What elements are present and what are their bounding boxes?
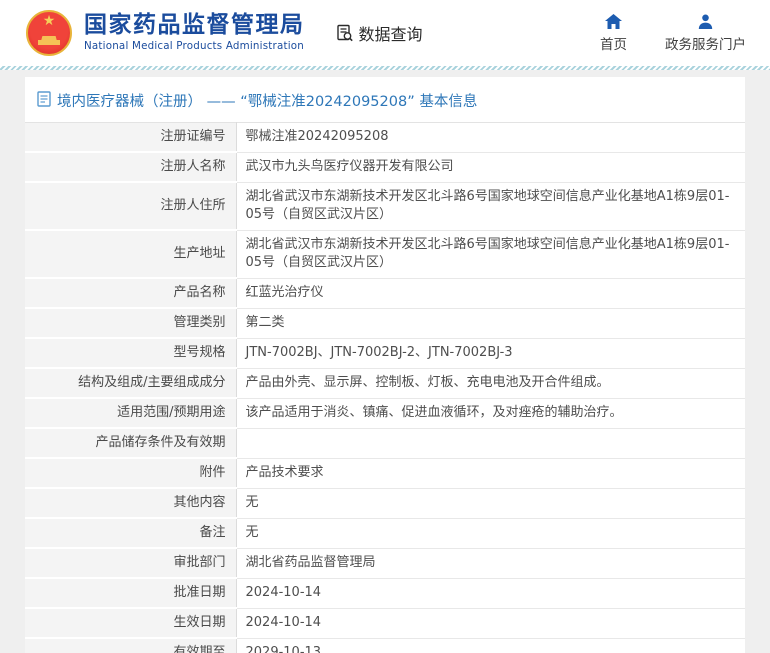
table-row: 其他内容 无 [25, 488, 745, 519]
table-row: 生产地址 湖北省武汉市东湖新技术开发区北斗路6号国家地球空间信息产业化基地A1栋… [25, 230, 745, 279]
field-label: 适用范围/预期用途 [25, 398, 236, 429]
home-icon [605, 13, 622, 29]
field-value: 第二类 [235, 308, 745, 339]
table-row: 备注 无 [25, 518, 745, 549]
table-row: 产品储存条件及有效期 [25, 428, 745, 459]
table-row: 结构及组成/主要组成成分 产品由外壳、显示屏、控制板、灯板、充电电池及开合件组成… [25, 368, 745, 399]
breadcrumb[interactable]: 境内医疗器械（注册） —— “鄂械注准20242095208” 基本信息 [25, 77, 745, 122]
table-row: 注册人住所 湖北省武汉市东湖新技术开发区北斗路6号国家地球空间信息产业化基地A1… [25, 182, 745, 231]
field-value: 2024-10-14 [235, 608, 745, 639]
field-label: 审批部门 [25, 548, 236, 579]
field-value: 该产品适用于消炎、镇痛、促进血液循环，及对痤疮的辅助治疗。 [235, 398, 745, 429]
field-label: 注册证编号 [25, 122, 236, 153]
site-header: ★ 国家药品监督管理局 National Medical Products Ad… [0, 0, 770, 66]
table-row: 审批部门 湖北省药品监督管理局 [25, 548, 745, 579]
table-row: 适用范围/预期用途 该产品适用于消炎、镇痛、促进血液循环，及对痤疮的辅助治疗。 [25, 398, 745, 429]
national-emblem-icon: ★ [26, 10, 72, 56]
table-row: 型号规格 JTN-7002BJ、JTN-7002BJ-2、JTN-7002BJ-… [25, 338, 745, 369]
field-value: 红蓝光治疗仪 [235, 278, 745, 309]
doc-search-icon [335, 23, 355, 43]
agency-subtitle: National Medical Products Administration [84, 40, 304, 53]
field-label: 注册人名称 [25, 152, 236, 183]
nav-portal[interactable]: 政务服务门户 [665, 14, 746, 53]
field-value [235, 428, 745, 459]
field-value: 2024-10-14 [235, 578, 745, 609]
field-label: 型号规格 [25, 338, 236, 369]
table-row: 批准日期 2024-10-14 [25, 578, 745, 609]
user-icon [698, 14, 713, 29]
field-value: JTN-7002BJ、JTN-7002BJ-2、JTN-7002BJ-3 [235, 338, 745, 369]
field-value: 无 [235, 518, 745, 549]
agency-title: 国家药品监督管理局 [84, 12, 305, 39]
field-label: 生效日期 [25, 608, 236, 639]
field-value: 湖北省药品监督管理局 [235, 548, 745, 579]
field-label: 管理类别 [25, 308, 236, 339]
document-icon [37, 90, 51, 111]
field-value: 2029-10-13 [235, 638, 745, 653]
registration-info-table: 注册证编号 鄂械注准20242095208 注册人名称 武汉市九头鸟医疗仪器开发… [25, 122, 745, 653]
field-value: 无 [235, 488, 745, 519]
table-row: 注册人名称 武汉市九头鸟医疗仪器开发有限公司 [25, 152, 745, 183]
nav-data-query[interactable]: 数据查询 [335, 21, 423, 45]
field-label: 批准日期 [25, 578, 236, 609]
table-row: 管理类别 第二类 [25, 308, 745, 339]
field-label: 附件 [25, 458, 236, 489]
nav-portal-label: 政务服务门户 [665, 36, 746, 53]
table-row: 注册证编号 鄂械注准20242095208 [25, 122, 745, 153]
field-label: 结构及组成/主要组成成分 [25, 368, 236, 399]
field-value: 产品由外壳、显示屏、控制板、灯板、充电电池及开合件组成。 [235, 368, 745, 399]
nav-home[interactable]: 首页 [600, 13, 627, 53]
content-panel: 境内医疗器械（注册） —— “鄂械注准20242095208” 基本信息 注册证… [25, 77, 745, 653]
field-value: 产品技术要求 [235, 458, 745, 489]
field-value: 鄂械注准20242095208 [235, 122, 745, 153]
field-label: 有效期至 [25, 638, 236, 653]
field-label: 产品储存条件及有效期 [25, 428, 236, 459]
nav-home-label: 首页 [600, 36, 627, 53]
field-value: 湖北省武汉市东湖新技术开发区北斗路6号国家地球空间信息产业化基地A1栋9层01-… [235, 230, 745, 279]
table-row: 有效期至 2029-10-13 [25, 638, 745, 653]
header-divider [0, 66, 770, 70]
nav-data-query-label: 数据查询 [358, 25, 423, 44]
table-row: 附件 产品技术要求 [25, 458, 745, 489]
field-label: 其他内容 [25, 488, 236, 519]
field-value: 武汉市九头鸟医疗仪器开发有限公司 [235, 152, 745, 183]
field-label: 注册人住所 [25, 182, 236, 231]
field-label: 生产地址 [25, 230, 236, 279]
field-label: 产品名称 [25, 278, 236, 309]
agency-logo[interactable]: ★ 国家药品监督管理局 National Medical Products Ad… [26, 10, 305, 56]
table-row: 生效日期 2024-10-14 [25, 608, 745, 639]
breadcrumb-text: 境内医疗器械（注册） —— “鄂械注准20242095208” 基本信息 [57, 94, 478, 110]
field-label: 备注 [25, 518, 236, 549]
field-value: 湖北省武汉市东湖新技术开发区北斗路6号国家地球空间信息产业化基地A1栋9层01-… [235, 182, 745, 231]
table-row: 产品名称 红蓝光治疗仪 [25, 278, 745, 309]
